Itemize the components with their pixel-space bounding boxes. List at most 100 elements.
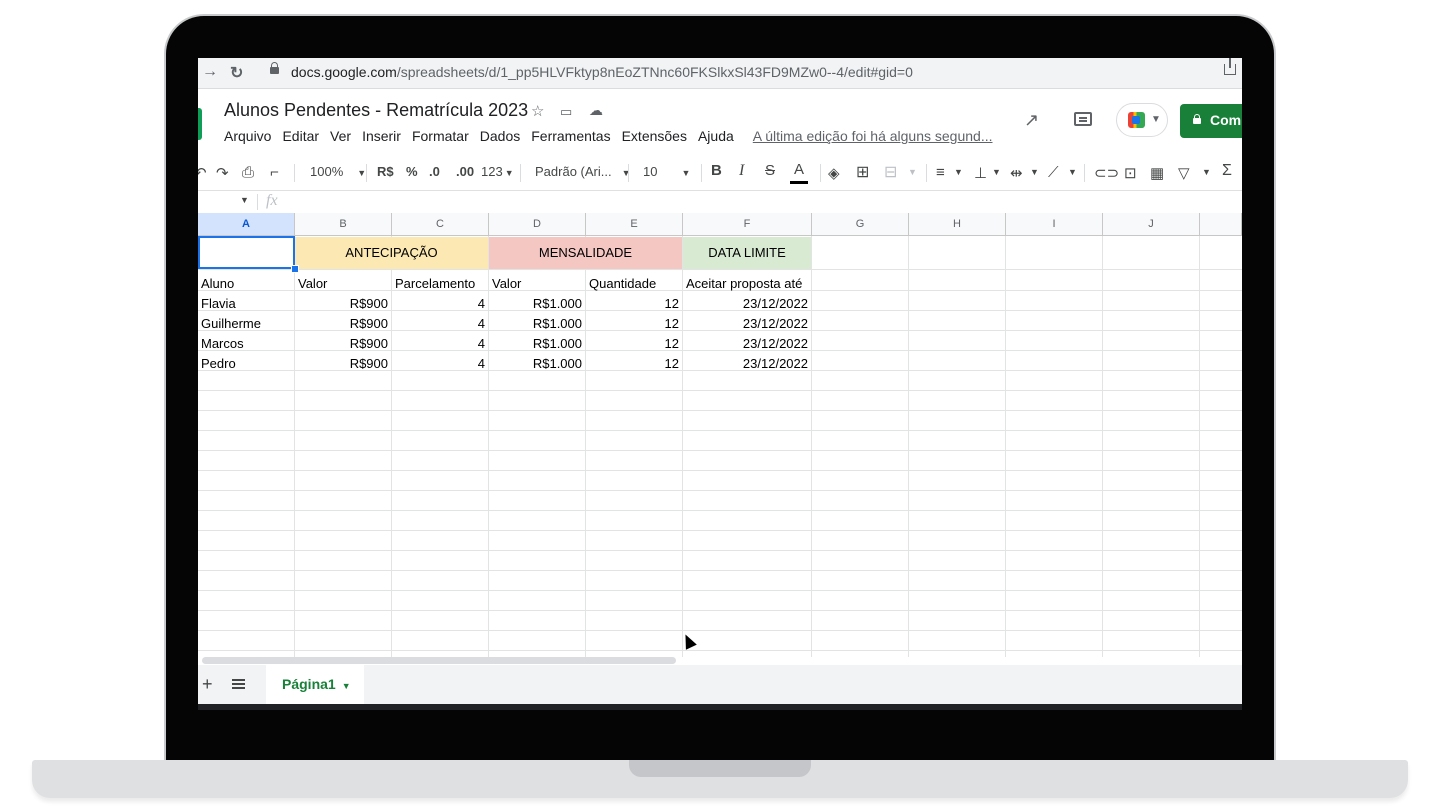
vertical-align-icon[interactable]: ⊥ xyxy=(974,164,987,182)
bold-button[interactable]: B xyxy=(711,162,722,179)
table-cell[interactable]: R$1.000 xyxy=(489,356,582,371)
column-header-c[interactable]: C xyxy=(392,213,489,236)
menu-item-3[interactable]: Inserir xyxy=(362,128,401,144)
menu-item-4[interactable]: Formatar xyxy=(412,128,469,144)
text-rotation-icon[interactable]: ⟋ xyxy=(1048,164,1059,181)
table-cell[interactable]: R$1.000 xyxy=(489,296,582,311)
italic-button[interactable]: I xyxy=(739,162,744,180)
sheets-logo[interactable] xyxy=(198,108,202,140)
group-header-datalimite[interactable]: DATA LIMITE xyxy=(683,237,811,269)
table-cell[interactable]: 23/12/2022 xyxy=(683,356,808,371)
share-button[interactable]: Com xyxy=(1180,104,1242,138)
print-icon[interactable]: ⎙ xyxy=(242,164,254,181)
column-header-i[interactable]: I xyxy=(1006,213,1103,236)
percent-format-button[interactable]: % xyxy=(406,164,418,179)
menu-item-2[interactable]: Ver xyxy=(330,128,351,144)
column-header-h[interactable]: H xyxy=(909,213,1006,236)
table-cell[interactable]: 4 xyxy=(392,296,485,311)
spreadsheet-grid[interactable]: A B C D E F G H I J ANTECIPAÇÃO MENSALIDADE DATA LIM… xyxy=(198,213,1242,657)
table-cell[interactable]: 4 xyxy=(392,316,485,331)
insert-comment-icon[interactable]: ⊡ xyxy=(1124,164,1137,182)
table-header-cell[interactable]: Valor xyxy=(492,276,521,291)
table-cell[interactable]: R$900 xyxy=(295,296,388,311)
table-cell[interactable]: 12 xyxy=(586,356,679,371)
table-header-cell[interactable]: Aceitar proposta até xyxy=(686,276,802,291)
font-select[interactable]: Padrão (Ari... ▼ xyxy=(535,164,631,179)
comment-history-icon[interactable] xyxy=(1074,112,1092,126)
table-cell[interactable]: 23/12/2022 xyxy=(683,296,808,311)
menu-item-8[interactable]: Ajuda xyxy=(698,128,734,144)
link-icon[interactable]: ⊂⊃ xyxy=(1094,164,1119,182)
decrease-decimal-button[interactable]: .0 xyxy=(429,164,440,179)
table-header-cell[interactable]: Valor xyxy=(298,276,327,291)
table-cell[interactable]: R$900 xyxy=(295,336,388,351)
table-cell[interactable]: 12 xyxy=(586,316,679,331)
column-header-f[interactable]: F xyxy=(683,213,812,236)
share-page-icon[interactable] xyxy=(1224,58,1236,75)
name-box-chevron-icon[interactable]: ▼ xyxy=(240,195,249,205)
cloud-status-icon[interactable]: ☁ xyxy=(589,102,603,119)
insert-chart-icon[interactable]: ▦ xyxy=(1150,164,1164,182)
doc-title[interactable]: Alunos Pendentes - Rematrícula 2023 xyxy=(224,100,528,121)
activity-trend-icon[interactable]: ↗ xyxy=(1024,110,1039,131)
table-cell[interactable]: 4 xyxy=(392,356,485,371)
add-sheet-icon[interactable]: + xyxy=(202,674,213,695)
student-name-cell[interactable]: Guilherme xyxy=(201,316,261,331)
forward-icon[interactable]: → xyxy=(202,63,218,81)
table-cell[interactable]: 23/12/2022 xyxy=(683,336,808,351)
borders-icon[interactable]: ⊞ xyxy=(856,162,869,182)
fill-color-icon[interactable]: ◈ xyxy=(828,164,840,182)
star-icon[interactable]: ☆ xyxy=(531,102,544,120)
filter-icon[interactable]: ▽ xyxy=(1178,164,1190,182)
table-header-cell[interactable]: Quantidade xyxy=(589,276,656,291)
move-folder-icon[interactable]: ▭ xyxy=(560,104,572,120)
horizontal-scrollbar[interactable] xyxy=(202,657,676,664)
redo-icon[interactable]: ↷ xyxy=(216,164,229,182)
student-name-cell[interactable]: Flavia xyxy=(201,296,236,311)
strikethrough-button[interactable]: S xyxy=(765,162,775,179)
menu-item-5[interactable]: Dados xyxy=(480,128,520,144)
paint-format-icon[interactable]: ⌐ xyxy=(270,164,279,181)
column-header-d[interactable]: D xyxy=(489,213,586,236)
reload-icon[interactable]: ↻ xyxy=(230,63,243,83)
group-header-mensalidade[interactable]: MENSALIDADE xyxy=(489,237,682,269)
font-size-select[interactable]: 10 ▼ xyxy=(643,164,690,179)
menu-item-0[interactable]: Arquivo xyxy=(224,128,271,144)
table-cell[interactable]: 4 xyxy=(392,336,485,351)
table-cell[interactable]: 12 xyxy=(586,336,679,351)
column-header-g[interactable]: G xyxy=(812,213,909,236)
column-header-e[interactable]: E xyxy=(586,213,683,236)
merge-cells-icon[interactable]: ⊟ xyxy=(884,162,897,182)
last-edit-link[interactable]: A última edição foi há alguns segund... xyxy=(753,128,993,144)
column-header-j[interactable]: J xyxy=(1103,213,1200,236)
menu-item-6[interactable]: Ferramentas xyxy=(531,128,610,144)
meet-button[interactable]: ▼ xyxy=(1116,103,1168,137)
url-text[interactable]: docs.google.com/spreadsheets/d/1_pp5HLVF… xyxy=(291,64,913,80)
column-header-a[interactable]: A xyxy=(198,213,295,236)
column-header-b[interactable]: B xyxy=(295,213,392,236)
undo-icon[interactable]: ↶ xyxy=(198,164,207,182)
menu-item-7[interactable]: Extensões xyxy=(622,128,687,144)
text-color-button[interactable]: A xyxy=(790,161,808,184)
table-cell[interactable]: R$1.000 xyxy=(489,316,582,331)
student-name-cell[interactable]: Pedro xyxy=(201,356,236,371)
more-formats-select[interactable]: 123 ▼ xyxy=(481,164,514,179)
fill-handle[interactable] xyxy=(291,265,299,273)
table-header-cell[interactable]: Parcelamento xyxy=(395,276,475,291)
currency-format-button[interactable]: R$ xyxy=(377,164,394,179)
sheet-tab-pagina1[interactable]: Página1 ▼ xyxy=(266,665,364,704)
group-header-antecipao[interactable]: ANTECIPAÇÃO xyxy=(295,237,488,269)
text-wrap-icon[interactable]: ⇹ xyxy=(1010,164,1023,182)
all-sheets-icon[interactable] xyxy=(232,679,245,681)
table-cell[interactable]: 12 xyxy=(586,296,679,311)
zoom-select[interactable]: 100% ▼ xyxy=(310,164,366,179)
increase-decimal-button[interactable]: .00 xyxy=(456,164,474,179)
table-cell[interactable]: 23/12/2022 xyxy=(683,316,808,331)
selected-cell-a1[interactable] xyxy=(198,236,295,269)
table-cell[interactable]: R$900 xyxy=(295,356,388,371)
table-header-cell[interactable]: Aluno xyxy=(201,276,234,291)
table-cell[interactable]: R$1.000 xyxy=(489,336,582,351)
table-cell[interactable]: R$900 xyxy=(295,316,388,331)
horizontal-align-icon[interactable]: ≡ xyxy=(936,164,945,181)
functions-button[interactable]: Σ xyxy=(1222,162,1232,180)
